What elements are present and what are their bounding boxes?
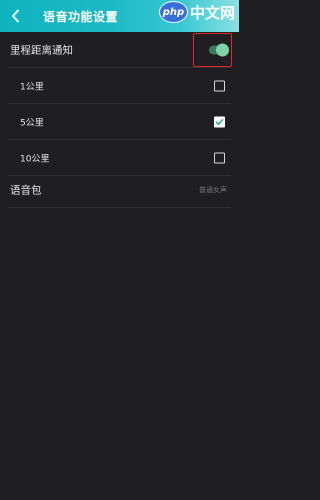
divider bbox=[8, 207, 231, 208]
distance-option-label: 5公里 bbox=[20, 118, 44, 129]
watermark-badge: php bbox=[158, 1, 188, 23]
chevron-left-icon bbox=[12, 9, 19, 23]
voice-pack-value: 普通女声 bbox=[199, 186, 227, 194]
checkmark-icon bbox=[215, 118, 224, 126]
distance-option-checkbox[interactable] bbox=[214, 80, 225, 92]
page-title: 语音功能设置 bbox=[43, 10, 119, 24]
header-bar: 语音功能设置 php 中文网 bbox=[0, 0, 239, 32]
back-button[interactable] bbox=[6, 6, 26, 26]
distance-option-checkbox[interactable] bbox=[214, 116, 225, 128]
watermark-text: 中文网 bbox=[189, 3, 235, 22]
mileage-notice-label: 里程距离通知 bbox=[10, 44, 73, 57]
voice-pack-label: 语音包 bbox=[10, 184, 42, 197]
distance-option-label: 1公里 bbox=[20, 82, 44, 93]
distance-option-row[interactable]: 10公里 bbox=[0, 140, 239, 176]
distance-option-row[interactable]: 1公里 bbox=[0, 68, 239, 104]
voice-pack-row[interactable]: 语音包 普通女声 bbox=[0, 172, 239, 208]
distance-option-label: 10公里 bbox=[20, 154, 50, 165]
watermark: php 中文网 bbox=[158, 1, 235, 23]
distance-option-row[interactable]: 5公里 bbox=[0, 104, 239, 140]
highlight-annotation bbox=[193, 33, 232, 67]
voice-settings-screen: 语音功能设置 php 中文网 里程距离通知 1公里 5公里 10公里 语音包 普… bbox=[0, 0, 239, 500]
distance-option-checkbox[interactable] bbox=[214, 152, 225, 164]
